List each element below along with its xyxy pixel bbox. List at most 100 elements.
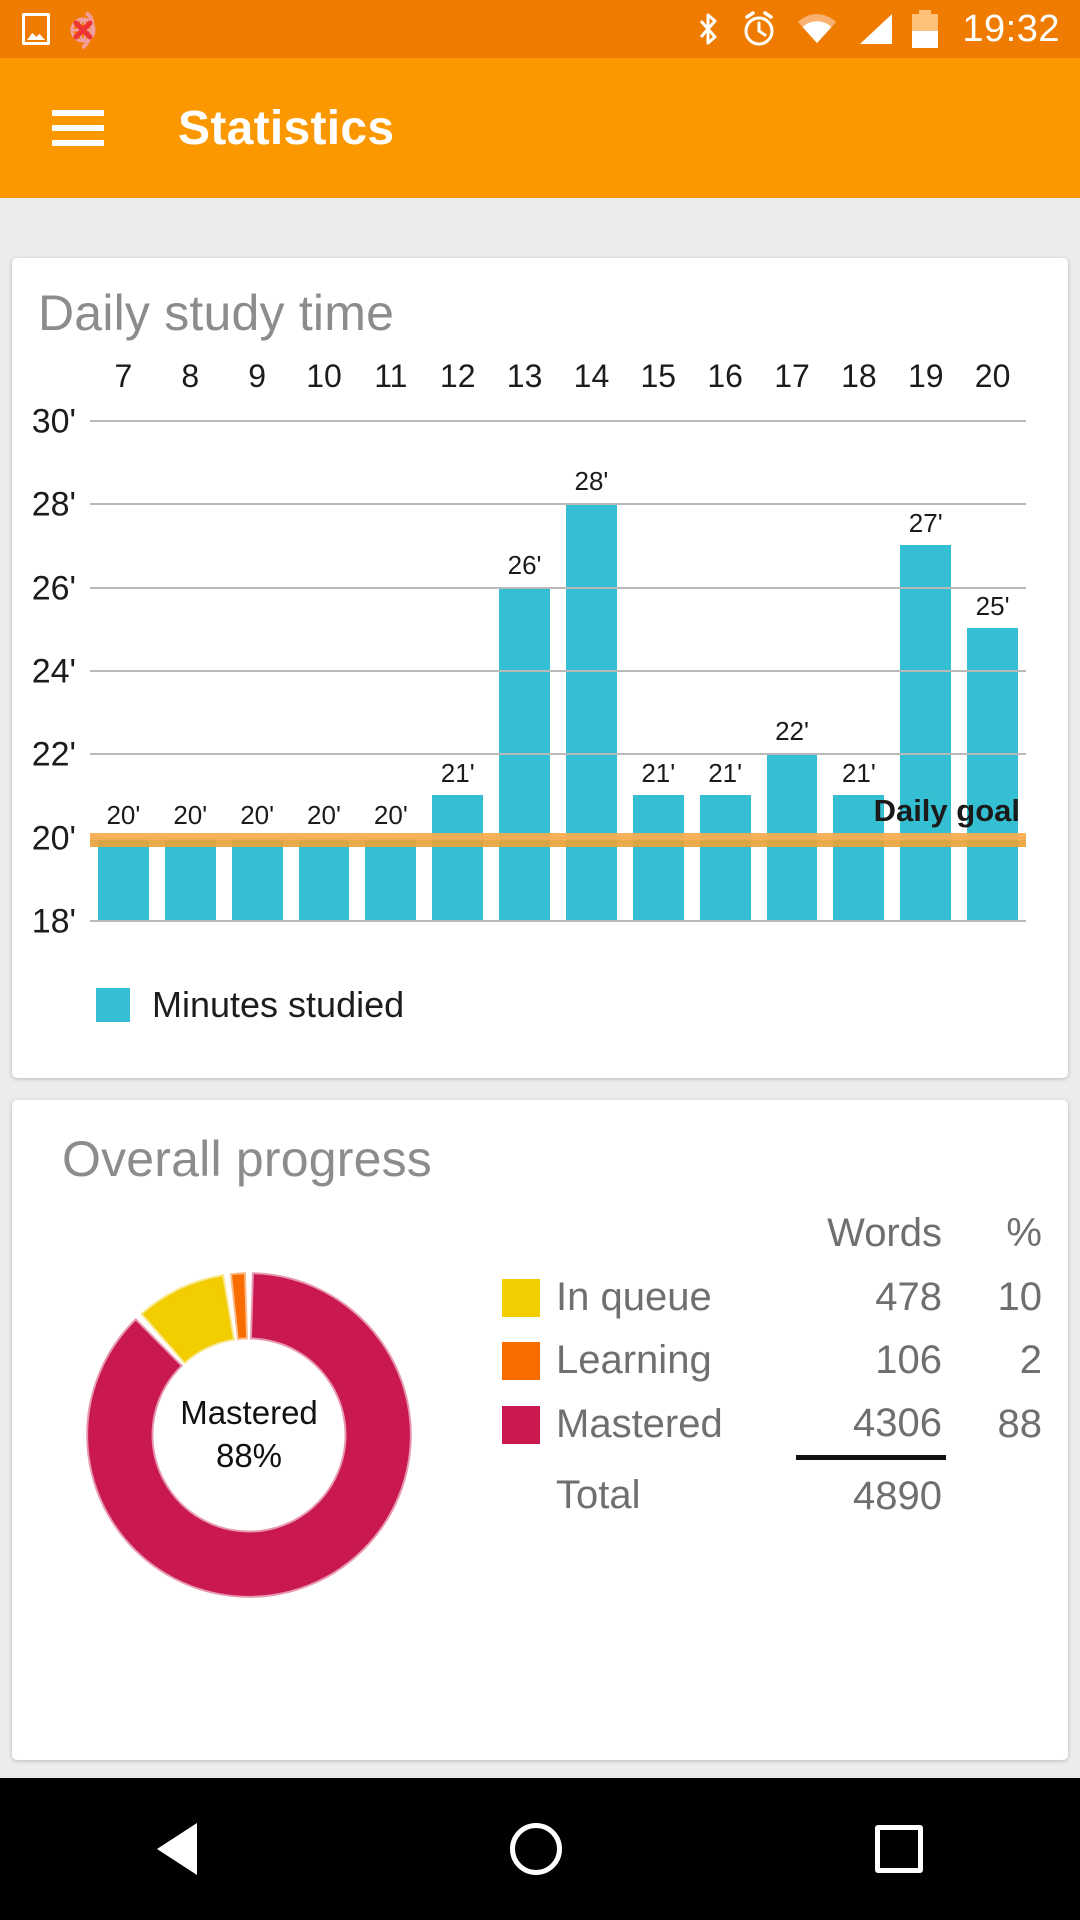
battery-icon — [912, 10, 939, 48]
chart-bar[interactable]: 20' — [164, 800, 216, 920]
alarm-icon — [744, 11, 774, 46]
overall-progress-title: Overall progress — [62, 1131, 432, 1187]
chart-gridline: 24' — [32, 653, 1026, 691]
row-word-count: 4306 — [853, 1401, 942, 1445]
photo-icon — [22, 13, 50, 45]
donut-slice-learning[interactable] — [229, 1272, 249, 1341]
y-tick-label: 20' — [31, 819, 76, 858]
app-root: 19:32 Statistics Daily study time 7 8 9 10 1… — [0, 0, 1080, 1920]
x-tick-label: 20 — [974, 358, 1011, 394]
header-spacer — [502, 1202, 556, 1266]
chart-bar-value-label: 21' — [841, 758, 876, 788]
total-label: Total — [556, 1472, 641, 1517]
chart-bar-value-label: 20' — [240, 799, 275, 830]
chart-bar[interactable]: 25' — [967, 591, 1018, 920]
row-label: Learning — [556, 1338, 712, 1382]
overall-progress-body: Mastered 88% Words% In queue 478 10 Learning… — [12, 1188, 1068, 1748]
chart-bar-value-label: 25' — [975, 591, 1010, 622]
chart-plot-area: 20' 20' 20' 20' 20' 21' 26' 28' 21' 21' 22' 21' 27' 2… — [32, 403, 1026, 941]
y-tick-label: 30' — [31, 402, 76, 441]
progress-table-row: In queue 478 10 — [502, 1266, 1042, 1329]
progress-table-header: Words% — [502, 1202, 1042, 1266]
chart-bar-value-label: 20' — [106, 799, 141, 830]
x-tick-label: 14 — [573, 358, 610, 394]
chart-bar[interactable]: 21' — [699, 758, 751, 920]
daily-study-time-card: Daily study time 7 8 9 10 11 12 13 14 15 16 17 18 19… — [12, 258, 1068, 1078]
swatch-learning — [502, 1341, 540, 1380]
chart-bar-value-label: 21' — [440, 758, 475, 788]
chart-bar[interactable]: 20' — [365, 800, 417, 920]
x-tick-label: 13 — [506, 358, 543, 394]
row-label: In queue — [556, 1275, 712, 1319]
chart-gridline: 26' — [32, 569, 1026, 607]
y-tick-label: 26' — [31, 569, 76, 608]
x-tick-label: 7 — [114, 358, 133, 394]
overall-progress-card: Overall progress Mastered 88% Words% In q… — [12, 1100, 1068, 1760]
chart-bar-value-label: 22' — [775, 716, 809, 747]
chart-legend: Minutes studied — [96, 984, 404, 1026]
progress-table-row: Mastered 4306 88 — [502, 1392, 1042, 1458]
chart-bar[interactable]: 27' — [900, 508, 952, 920]
android-navigation-bar — [0, 1778, 1080, 1920]
x-tick-label: 15 — [640, 358, 677, 394]
bluetooth-icon — [700, 13, 717, 45]
app-bar: Statistics — [0, 58, 1080, 198]
x-tick-label: 11 — [374, 358, 408, 394]
wifi-icon — [798, 14, 837, 44]
row-word-count: 106 — [875, 1338, 942, 1382]
chart-bar[interactable]: 21' — [432, 758, 484, 920]
row-swatch-cell — [502, 1266, 556, 1329]
x-tick-label: 9 — [248, 358, 267, 394]
x-tick-label: 8 — [181, 358, 200, 394]
x-tick-label: 18 — [841, 358, 877, 394]
header-percent: % — [1006, 1211, 1042, 1255]
home-circle-icon[interactable] — [509, 1823, 562, 1875]
y-tick-label: 18' — [31, 902, 76, 941]
chart-bar[interactable]: 21' — [632, 758, 684, 920]
chart-bar-value-label: 28' — [574, 466, 609, 497]
chart-gridline: 22' — [32, 736, 1026, 774]
chart-bar-value-label: 21' — [641, 758, 676, 788]
row-percent: 2 — [1019, 1338, 1042, 1382]
chart-bar[interactable]: 20' — [231, 800, 283, 920]
row-swatch-cell — [502, 1392, 556, 1458]
legend-label-minutes-studied: Minutes studied — [152, 984, 405, 1025]
x-tick-label: 10 — [306, 358, 342, 394]
progress-donut-chart[interactable]: Mastered 88% — [54, 1240, 444, 1630]
x-tick-label: 17 — [774, 358, 810, 394]
recents-square-icon[interactable] — [875, 1825, 924, 1873]
x-tick-label: 16 — [707, 358, 743, 394]
chart-gridline: 30' — [32, 403, 1026, 441]
total-spacer — [502, 1458, 556, 1529]
no-globe-icon — [64, 9, 106, 49]
x-tick-label: 12 — [439, 358, 476, 394]
donut-center-line2: 88% — [215, 1437, 283, 1474]
x-tick-label: 19 — [907, 358, 944, 394]
legend-swatch-minutes-studied — [96, 988, 130, 1022]
progress-table-total-row: Total 4890 — [502, 1455, 1042, 1529]
row-percent: 10 — [997, 1275, 1043, 1319]
progress-table-row: Learning 106 2 — [502, 1329, 1042, 1392]
daily-goal-label: Daily goal — [873, 792, 1020, 828]
chart-bar-value-label: 21' — [708, 758, 743, 788]
chart-bar-value-label: 26' — [507, 549, 542, 580]
back-triangle-icon[interactable] — [156, 1823, 197, 1875]
status-bar-notifications — [0, 9, 106, 49]
y-tick-label: 22' — [31, 735, 76, 774]
daily-study-time-chart[interactable]: 7 8 9 10 11 12 13 14 15 16 17 18 19 20 20' 20' 20' 20' 20… — [12, 358, 1068, 1025]
total-word-count: 4890 — [796, 1455, 946, 1528]
hamburger-menu-icon[interactable] — [52, 101, 104, 155]
progress-table: Words% In queue 478 10 Learning 106 2 Mastered 4… — [502, 1202, 1042, 1528]
donut-center-label: Mastered 88% — [139, 1392, 359, 1478]
chart-x-axis-labels: 7 8 9 10 11 12 13 14 15 16 17 18 19 20 — [90, 358, 1026, 410]
donut-center-line1: Mastered — [180, 1394, 318, 1432]
swatch-in-queue — [502, 1278, 540, 1317]
chart-bar[interactable]: 20' — [298, 800, 350, 920]
chart-bar[interactable]: 28' — [566, 466, 617, 920]
chart-bar-value-label: 20' — [373, 799, 408, 830]
y-tick-label: 24' — [31, 652, 76, 691]
chart-bar[interactable]: 20' — [98, 800, 149, 920]
status-bar: 19:32 — [0, 0, 1080, 58]
swatch-mastered — [502, 1405, 540, 1444]
status-bar-clock: 19:32 — [962, 7, 1060, 50]
